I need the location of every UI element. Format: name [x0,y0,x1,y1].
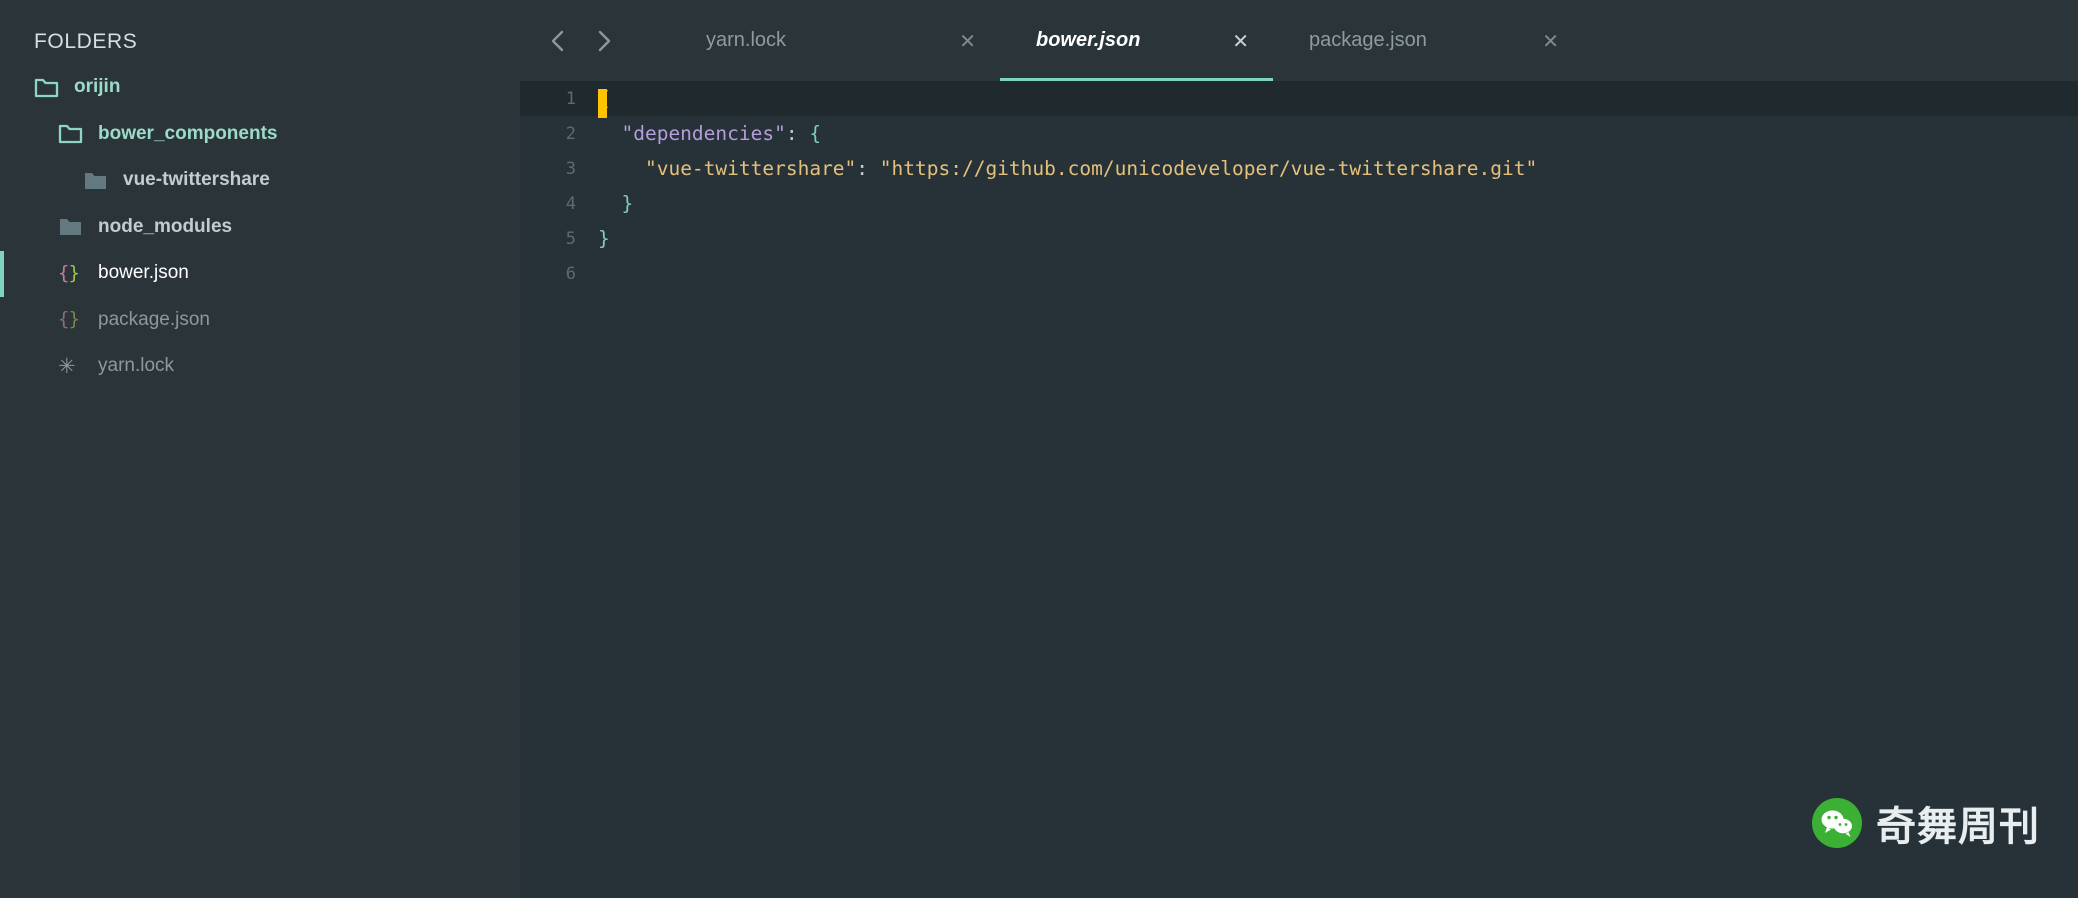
tree-item-label: bower_components [98,122,278,144]
tab-nav-buttons [542,25,620,57]
code-line-text: } [598,192,633,215]
code-line-text: } [598,227,610,250]
tab-label: yarn.lock [706,29,787,51]
close-icon[interactable]: ✕ [959,31,976,51]
tab-label: bower.json [1036,29,1141,51]
lock-file-icon: ✳ [58,353,76,378]
folder-closed-icon [58,215,88,239]
tree-item-label: package.json [98,308,210,330]
code-token: { [809,122,822,145]
watermark-text: 奇舞周刊 [1876,805,2040,849]
code-token: : [785,122,810,145]
folder-open-icon [34,75,64,99]
code-line: 1{ [520,81,2078,118]
json-file-icon: {} [58,261,80,284]
tree-item-orijin[interactable]: orijin [0,64,520,111]
line-number: 2 [565,123,576,144]
tab-list: yarn.lock ✕ bower.json ✕ package.json ✕ [670,0,1583,81]
code-line: 3 "vue-twittershare": "https://github.co… [520,151,2078,186]
main-area: yarn.lock✕bower.json✕package.json✕ 1{2 "… [520,0,2078,898]
tree-item-bower-components[interactable]: bower_components [0,111,520,158]
chevron-right-icon[interactable] [588,25,620,57]
wechat-icon [1812,798,1862,848]
code-token: } [621,192,634,215]
text-cursor [598,89,607,118]
code-token: } [598,227,610,250]
tree-item-label: node_modules [98,215,233,237]
sidebar-title: FOLDERS [34,30,138,53]
tree-item-label: bower.json [98,262,189,284]
line-number: 3 [565,158,576,179]
code-line: 5} [520,221,2078,256]
tree-item-package-json[interactable]: {} package.json [0,297,520,344]
tree-item-node-modules[interactable]: node_modules [0,204,520,251]
tree-item-label: yarn.lock [98,355,175,377]
tree-item-label: orijin [74,76,121,98]
folder-closed-icon [83,168,113,192]
tree-item-bower-json[interactable]: {} bower.json [0,250,520,297]
tab-package-json[interactable]: package.json ✕ [1273,0,1583,81]
editor-window: FOLDERS orijin bower_components vue-twitte… [0,0,2078,898]
folder-open-icon [58,122,88,146]
line-number: 5 [565,228,576,249]
code-token: "https://github.com/unicodeveloper/vue-t… [879,157,1538,180]
code-line: 2 "dependencies": { [520,116,2078,151]
tab-label: package.json [1309,29,1427,51]
line-number: 4 [565,193,576,214]
code-line-text: { [598,87,610,118]
tab-yarn-lock[interactable]: yarn.lock ✕ [670,0,1000,81]
close-icon[interactable]: ✕ [1232,31,1249,51]
code-token: "vue-twittershare" [644,157,857,180]
json-file-icon: {} [58,308,80,331]
chevron-left-icon[interactable] [542,25,574,57]
code-editor[interactable]: 1{2 "dependencies": {3 "vue-twittershare… [520,81,2078,898]
code-token: "dependencies" [621,122,786,145]
close-icon[interactable]: ✕ [1542,31,1559,51]
tab-bower-json[interactable]: bower.json ✕ [1000,0,1273,81]
code-line: 6 [520,256,2078,291]
watermark: 奇舞周刊 [1812,794,2040,852]
line-number: 1 [565,88,576,109]
folder-tree: orijin bower_components vue-twittershare no… [0,64,520,390]
code-line: 4 } [520,186,2078,221]
line-number: 6 [565,263,576,284]
code-token: : [856,157,880,180]
sidebar: FOLDERS orijin bower_components vue-twitte… [0,0,520,898]
code-line-text: "vue-twittershare": "https://github.com/… [598,157,1537,180]
tab-bar: yarn.lock ✕ bower.json ✕ package.json ✕ [520,0,2078,81]
tree-item-yarn-lock[interactable]: ✳ yarn.lock [0,343,520,390]
tree-item-vue-twittershare[interactable]: vue-twittershare [0,157,520,204]
code-content: 1{2 "dependencies": {3 "vue-twittershare… [520,81,2078,291]
code-line-text: "dependencies": { [598,122,821,145]
tree-item-label: vue-twittershare [123,169,270,191]
